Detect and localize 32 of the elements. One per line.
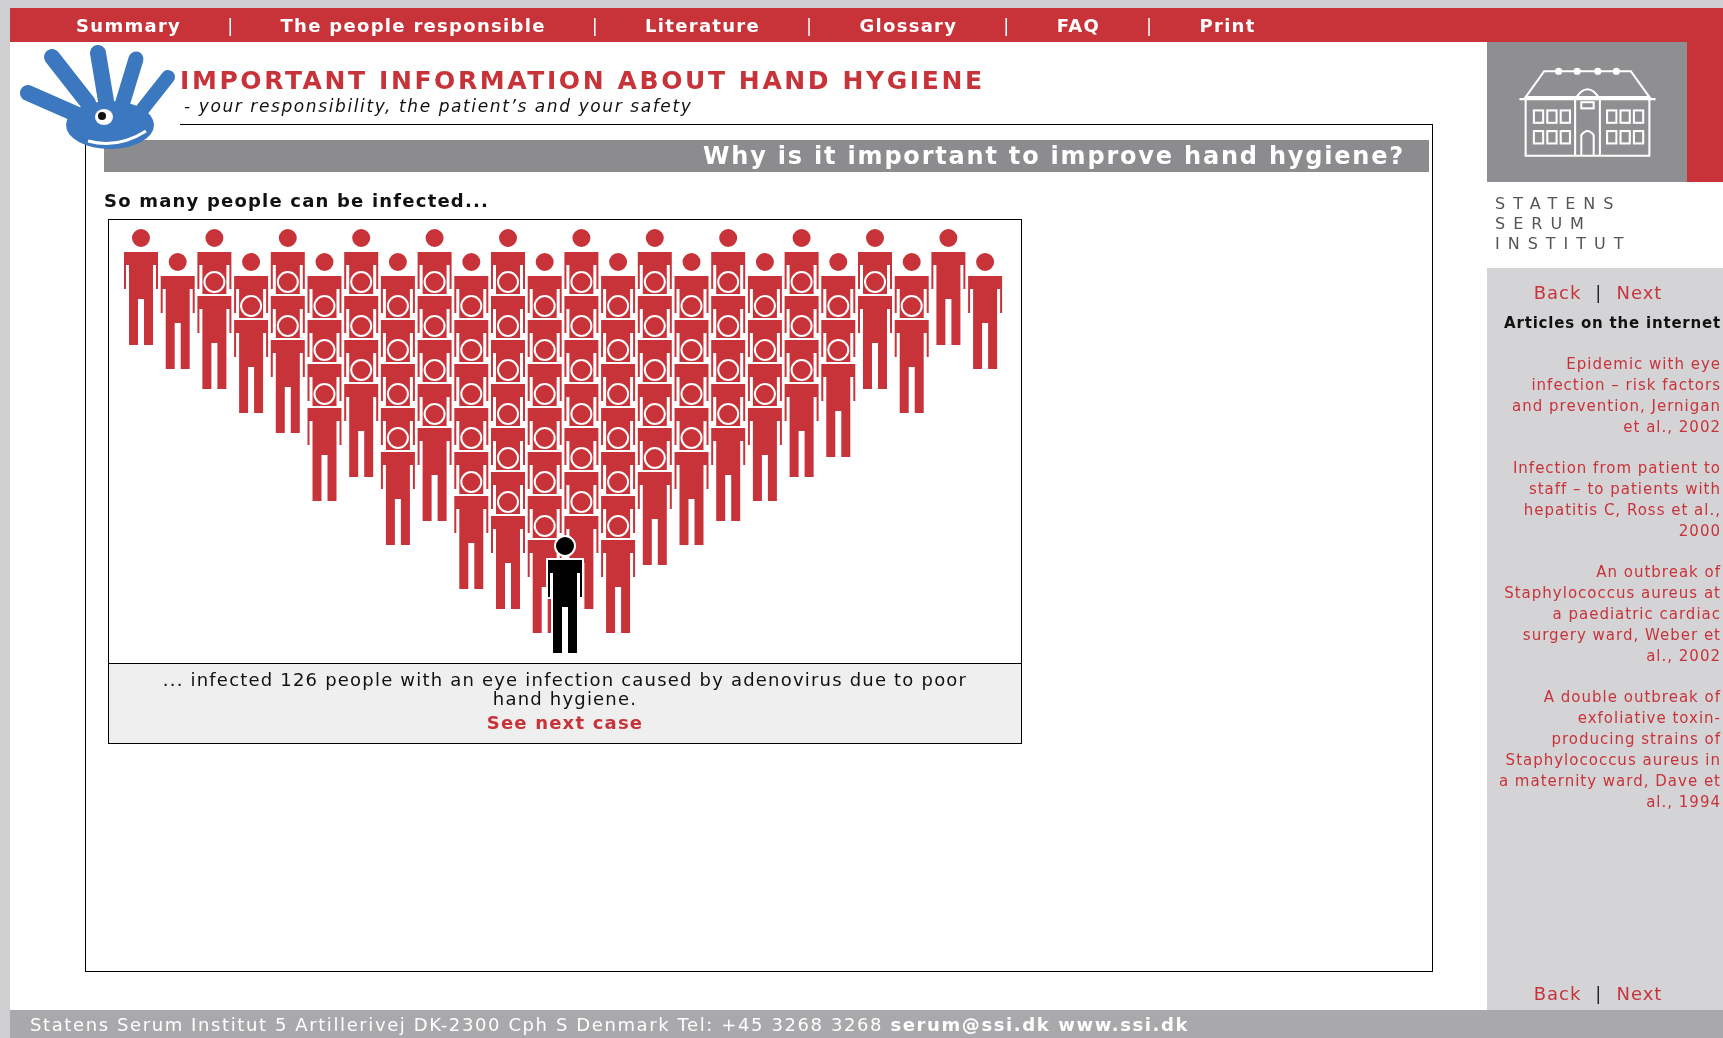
brand-name: SERUM [1495, 214, 1593, 234]
nav-link[interactable]: The people responsible [280, 14, 546, 36]
pager-link[interactable]: Back [1533, 282, 1582, 303]
nav-separator: | [1146, 14, 1154, 36]
pager-link[interactable]: Next [1616, 983, 1663, 1004]
pager-link[interactable]: Next [1616, 282, 1663, 303]
article-link[interactable]: A double outbreak of exfoliative toxin-producing strains of Staphylococcus aureus in a maternity ward, Dave et al., 1994 [1495, 687, 1721, 813]
page-title: IMPORTANT INFORMATION ABOUT HAND HYGIENE [180, 66, 986, 96]
intro-text: So many people can be infected... [104, 190, 491, 211]
article-link[interactable]: Epidemic with eye infection – risk factors and prevention, Jernigan et al., 2002 [1495, 354, 1721, 438]
nav-separator: | [1003, 14, 1011, 36]
nav-separator: | [591, 14, 600, 36]
nav-link[interactable]: Glossary [859, 14, 958, 36]
nav-separator: | [227, 14, 235, 36]
article-link[interactable]: Infection from patient to staff – to patients with hepatitis C, Ross et al., 2000 [1495, 458, 1721, 542]
nav-link[interactable]: FAQ [1056, 14, 1101, 36]
sidebar-heading: Articles on the internet [1503, 313, 1721, 334]
pager-separator: | [1595, 983, 1603, 1004]
brand-name: INSTITUT [1495, 234, 1633, 254]
section-heading: Why is it important to improve hand hygiene? [703, 142, 1405, 170]
pager-separator: | [1595, 282, 1603, 303]
nav-separator: | [806, 14, 814, 36]
figure-caption: ... infected 126 people with an eye infection caused by adenovirus due to poor hand hygiene. [161, 670, 969, 708]
nav-link[interactable]: Print [1199, 14, 1256, 36]
nav-link[interactable]: Summary [76, 14, 182, 36]
next-case-link[interactable]: See next case [486, 712, 644, 733]
footer-text: Statens Serum Institut 5 Artillerivej DK-2300 Cph S Denmark Tel: +45 3268 3268 serum@ssi.dk www.ssi.dk [30, 1013, 1190, 1035]
article-link[interactable]: An outbreak of Staphylococcus aureus at a paediatric cardiac surgery ward, Weber et al., 2002 [1495, 562, 1721, 667]
brand-name: STATENS [1495, 194, 1623, 214]
page-subtitle: - your responsibility, the patient’s and your safety [183, 96, 694, 116]
pager-link[interactable]: Back [1533, 983, 1582, 1004]
nav-link[interactable]: Literature [645, 14, 761, 36]
